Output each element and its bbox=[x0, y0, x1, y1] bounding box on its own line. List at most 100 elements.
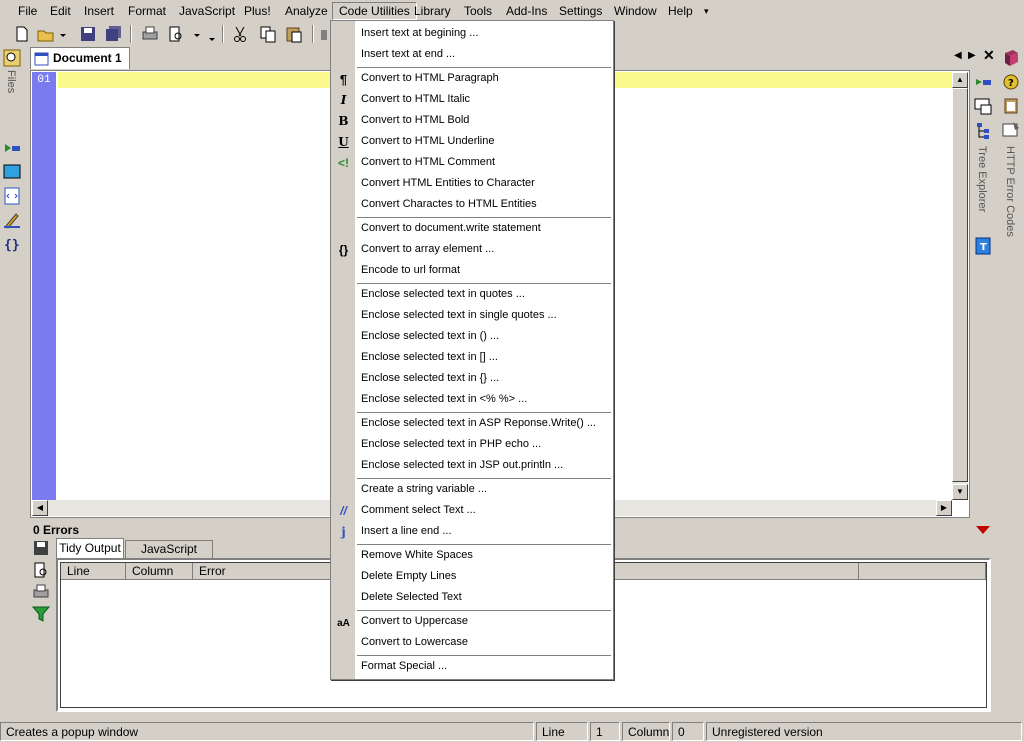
color-picker-icon[interactable] bbox=[2, 210, 22, 230]
menu-item-remove-white-spaces[interactable]: Remove White Spaces bbox=[331, 546, 613, 567]
snippet-icon[interactable] bbox=[973, 72, 993, 92]
html-tag-icon[interactable] bbox=[2, 186, 22, 206]
help-icon[interactable]: ? bbox=[1001, 72, 1021, 92]
menu-library[interactable]: Library bbox=[408, 2, 457, 20]
print-output-icon[interactable] bbox=[31, 582, 51, 602]
image-icon[interactable] bbox=[2, 162, 22, 182]
error-codes-icon[interactable] bbox=[1001, 120, 1021, 140]
menu-item-convert-to-html-comment[interactable]: <! Convert to HTML Comment bbox=[331, 153, 613, 174]
files-panel-icon[interactable] bbox=[2, 48, 22, 68]
menu-item-enclose-selected-text-in-single-quotes[interactable]: Enclose selected text in single quotes .… bbox=[331, 306, 613, 327]
menu-analyze[interactable]: Analyze bbox=[279, 2, 334, 20]
braces-icon: {} bbox=[338, 243, 349, 257]
menu-item-convert-html-entities-to-character[interactable]: Convert HTML Entities to Character bbox=[331, 174, 613, 195]
menu-plus-[interactable]: Plus! bbox=[238, 2, 277, 20]
menu-item-convert-to-html-underline[interactable]: U Convert to HTML Underline bbox=[331, 132, 613, 153]
column-header-extra[interactable] bbox=[859, 563, 986, 580]
snippet-icon[interactable] bbox=[2, 138, 22, 158]
menubar-overflow-icon[interactable]: ▾ bbox=[698, 2, 715, 20]
tab-javascript-errors[interactable]: JavaScript Errors bbox=[125, 540, 213, 572]
menu-item-convert-to-html-bold[interactable]: B Convert to HTML Bold bbox=[331, 111, 613, 132]
menu-item-convert-to-lowercase[interactable]: Convert to Lowercase bbox=[331, 633, 613, 654]
tree-explorer-tab[interactable]: Tree Explorer bbox=[976, 146, 988, 212]
menu-item-insert-text-at-begining[interactable]: Insert text at begining ... bbox=[331, 24, 613, 45]
display-icon[interactable] bbox=[973, 96, 993, 116]
vertical-scrollbar[interactable]: ▲ ▼ bbox=[952, 72, 968, 500]
new-file-icon[interactable] bbox=[12, 24, 32, 44]
find-icon[interactable] bbox=[318, 24, 330, 44]
files-tab[interactable]: Files bbox=[5, 70, 17, 93]
menu-item-insert-text-at-end[interactable]: Insert text at end ... bbox=[331, 45, 613, 66]
scroll-left-icon[interactable]: ◀ bbox=[32, 500, 48, 516]
column-header-line[interactable]: Line bbox=[61, 563, 126, 580]
menu-item-create-a-string-variable[interactable]: Create a string variable ... bbox=[331, 480, 613, 501]
vertical-scroll-thumb[interactable] bbox=[952, 88, 968, 482]
scroll-right-icon[interactable]: ▶ bbox=[936, 500, 952, 516]
menu-item-convert-to-array-element[interactable]: {} Convert to array element ... bbox=[331, 240, 613, 261]
clipboard-icon[interactable] bbox=[1001, 96, 1021, 116]
tab-scroll-right-icon[interactable]: ▶ bbox=[968, 50, 976, 61]
scroll-down-icon[interactable]: ▼ bbox=[952, 484, 968, 500]
menu-item-convert-to-document-write-statement[interactable]: Convert to document.write statement bbox=[331, 219, 613, 240]
menu-edit[interactable]: Edit bbox=[44, 2, 77, 20]
menu-item-enclose-selected-text-in[interactable]: Enclose selected text in {} ... bbox=[331, 369, 613, 390]
menu-window[interactable]: Window bbox=[608, 2, 663, 20]
save-output-icon[interactable] bbox=[31, 538, 51, 558]
bookmark-icon[interactable]: T bbox=[973, 236, 993, 256]
save-icon[interactable] bbox=[78, 24, 98, 44]
menu-item-encode-to-url-format[interactable]: Encode to url format bbox=[331, 261, 613, 282]
svg-text:?: ? bbox=[1008, 78, 1014, 89]
menu-item-convert-to-html-paragraph[interactable]: ¶ Convert to HTML Paragraph bbox=[331, 69, 613, 90]
preview-dropdown-icon[interactable] bbox=[192, 24, 202, 44]
tab-document-1[interactable]: Document 1 bbox=[30, 47, 130, 69]
menu-item-convert-charactes-to-html-entities[interactable]: Convert Charactes to HTML Entities bbox=[331, 195, 613, 216]
scroll-up-icon[interactable]: ▲ bbox=[952, 72, 968, 88]
menu-format[interactable]: Format bbox=[122, 2, 172, 20]
menu-item-comment-select-text[interactable]: // Comment select Text ... bbox=[331, 501, 613, 522]
menu-add-ins[interactable]: Add-Ins bbox=[500, 2, 553, 20]
menu-item-label: Delete Selected Text bbox=[361, 591, 462, 603]
menu-item-convert-to-uppercase[interactable]: aA Convert to Uppercase bbox=[331, 612, 613, 633]
print-icon[interactable] bbox=[140, 24, 160, 44]
menu-item-enclose-selected-text-in-quotes[interactable]: Enclose selected text in quotes ... bbox=[331, 285, 613, 306]
menu-help[interactable]: Help bbox=[662, 2, 699, 20]
menu-settings[interactable]: Settings bbox=[553, 2, 608, 20]
menu-item-enclose-selected-text-in[interactable]: Enclose selected text in [] ... bbox=[331, 348, 613, 369]
toolbar-overflow-icon[interactable] bbox=[206, 24, 218, 44]
paste-icon[interactable] bbox=[284, 24, 304, 44]
menu-item-enclose-selected-text-in[interactable]: Enclose selected text in () ... bbox=[331, 327, 613, 348]
menu-item-convert-to-html-italic[interactable]: I Convert to HTML Italic bbox=[331, 90, 613, 111]
line-number: 01 bbox=[37, 74, 51, 86]
menu-javascript[interactable]: JavaScript bbox=[173, 2, 241, 20]
preview-output-icon[interactable] bbox=[31, 560, 51, 580]
menu-tools[interactable]: Tools bbox=[458, 2, 498, 20]
http-error-codes-tab[interactable]: HTTP Error Codes bbox=[1004, 146, 1016, 237]
menu-item-format-special[interactable]: Format Special ... bbox=[331, 657, 613, 678]
save-all-icon[interactable] bbox=[104, 24, 124, 44]
javascript-braces-icon[interactable]: {} bbox=[2, 234, 22, 254]
menu-item-enclose-selected-text-in-asp-reponse-write[interactable]: Enclose selected text in ASP Reponse.Wri… bbox=[331, 414, 613, 435]
menu-code-utilities[interactable]: Code Utilities bbox=[332, 2, 417, 20]
menu-file[interactable]: File bbox=[12, 2, 43, 20]
close-document-icon[interactable]: ✕ bbox=[983, 47, 995, 64]
menu-item-enclose-selected-text-in-php-echo[interactable]: Enclose selected text in PHP echo ... bbox=[331, 435, 613, 456]
tab-tidy-output[interactable]: Tidy Output bbox=[56, 538, 124, 558]
filter-icon[interactable] bbox=[31, 604, 51, 624]
print-preview-icon[interactable] bbox=[166, 24, 186, 44]
menu-item-delete-selected-text[interactable]: Delete Selected Text bbox=[331, 588, 613, 609]
column-header-column[interactable]: Column bbox=[126, 563, 193, 580]
tab-scroll-left-icon[interactable]: ◀ bbox=[954, 50, 962, 61]
collapse-panel-icon[interactable] bbox=[976, 526, 990, 534]
menu-item-enclose-selected-text-in[interactable]: Enclose selected text in <% %> ... bbox=[331, 390, 613, 411]
book-icon[interactable] bbox=[1001, 48, 1021, 68]
open-dropdown-icon[interactable] bbox=[58, 24, 68, 44]
tree-icon[interactable] bbox=[973, 120, 993, 140]
status-message: Creates a popup window bbox=[0, 722, 534, 741]
menu-item-delete-empty-lines[interactable]: Delete Empty Lines bbox=[331, 567, 613, 588]
menu-item-insert-a-line-end[interactable]: j Insert a line end ... bbox=[331, 522, 613, 543]
menu-insert[interactable]: Insert bbox=[78, 2, 120, 20]
open-folder-icon[interactable] bbox=[36, 24, 56, 44]
copy-icon[interactable] bbox=[258, 24, 278, 44]
menu-item-enclose-selected-text-in-jsp-out-println[interactable]: Enclose selected text in JSP out.println… bbox=[331, 456, 613, 477]
cut-icon[interactable] bbox=[230, 24, 250, 44]
